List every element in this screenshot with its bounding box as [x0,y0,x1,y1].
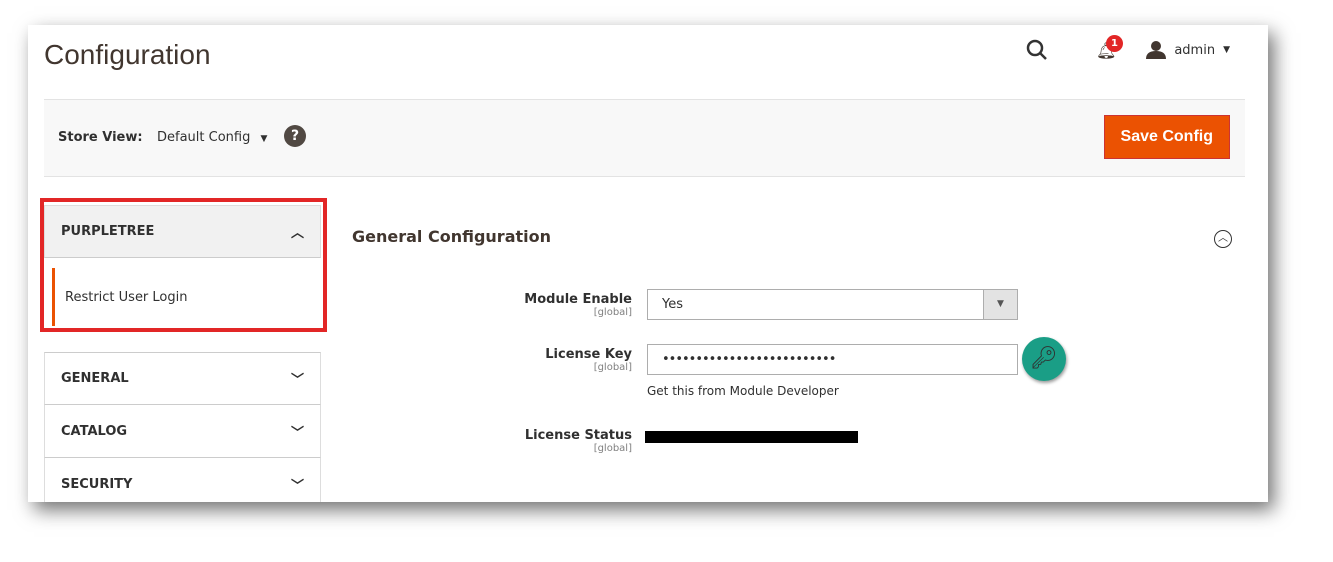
highlight-box [40,198,327,332]
chevron-down-icon: ﹀ [290,373,304,388]
user-name: admin [1174,42,1216,58]
user-menu[interactable]: admin ▼ [1146,41,1230,59]
license-key-label: License Key [global] [545,347,632,373]
notification-count: 1 [1106,34,1124,52]
store-view-label: Store View: [58,130,143,145]
notifications-button[interactable]: 🔔︎ 1 [1096,34,1124,60]
save-config-button[interactable]: Save Config [1103,115,1230,159]
config-page: Configuration 🔔︎ 1 admin ▼ Store View: D… [28,25,1268,502]
help-icon[interactable]: ? [284,125,306,147]
sidebar-section-security[interactable]: SECURITY ﹀ [44,458,321,502]
caret-down-icon: ▼ [1223,45,1230,55]
store-view-bar: Store View: Default Config ▼ ? Save Conf… [44,99,1245,177]
section-label: CATALOG [61,423,128,439]
user-icon [1146,41,1167,59]
chevron-down-icon: ﹀ [290,425,304,441]
collapse-icon[interactable]: ︿ [1214,230,1232,248]
license-status-label: License Status [global] [524,428,632,454]
section-label: SECURITY [61,476,133,492]
section-label: GENERAL [61,371,129,386]
key-icon[interactable]: 🔑︎ [1022,337,1066,381]
page-title: Configuration [44,39,211,70]
store-view-switcher[interactable]: Default Config ▼ [157,130,267,145]
select-value: Yes [662,297,683,312]
module-enable-label: Module Enable [global] [524,292,632,318]
section-title: General Configuration [352,227,551,246]
caret-down-icon: ▼ [260,134,268,144]
search-icon[interactable] [1026,39,1048,61]
module-enable-select[interactable]: Yes ▼ [647,289,1018,320]
sidebar-section-general[interactable]: GENERAL ﹀ [44,352,321,405]
license-status-redacted [645,431,858,443]
caret-down-icon: ▼ [983,290,1017,319]
store-view-value: Default Config [157,130,251,145]
license-key-input[interactable]: •••••••••••••••••••••••••• [647,344,1018,375]
license-key-note: Get this from Module Developer [647,384,839,398]
sidebar-section-catalog[interactable]: CATALOG ﹀ [44,405,321,458]
chevron-down-icon: ﹀ [290,478,304,494]
